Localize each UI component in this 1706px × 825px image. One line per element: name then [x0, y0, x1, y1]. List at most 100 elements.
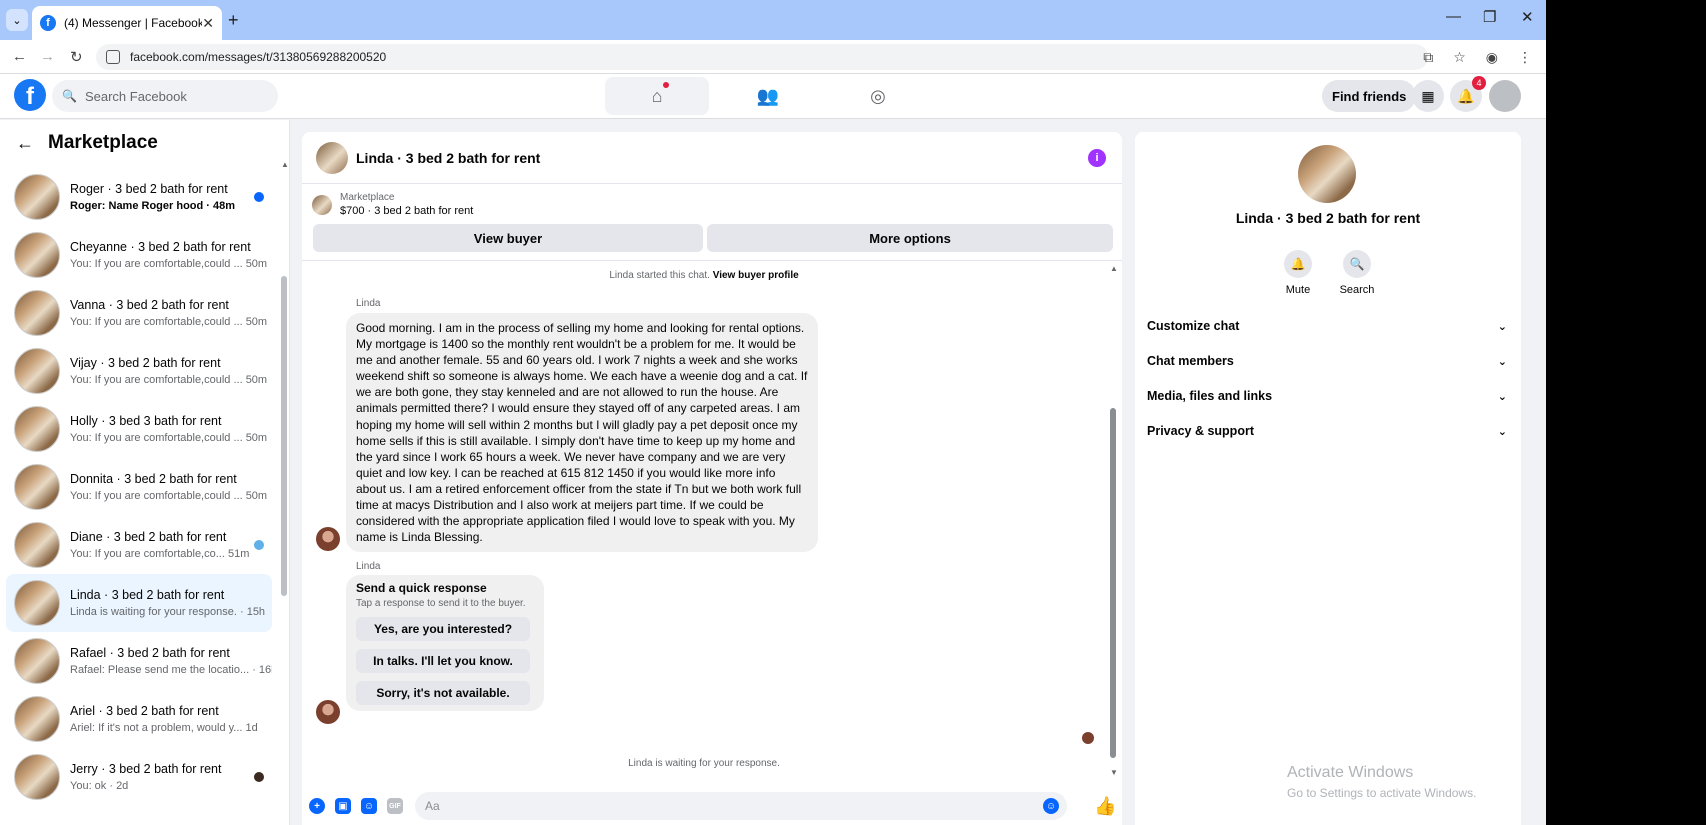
chevron-down-icon: ⌄: [1497, 425, 1507, 438]
search-icon: 🔍: [62, 89, 77, 103]
scroll-up-icon[interactable]: ▲: [281, 160, 289, 169]
menu-grid-icon[interactable]: ▦: [1412, 80, 1444, 112]
listing-title[interactable]: $700 · 3 bed 2 bath for rent: [340, 205, 473, 217]
chat-scrollbar[interactable]: [1110, 408, 1116, 758]
site-info-icon[interactable]: [106, 50, 120, 64]
search-button[interactable]: 🔍 Search: [1332, 250, 1382, 296]
thumbs-up-icon[interactable]: 👍: [1094, 796, 1116, 817]
message-input[interactable]: Aa ☺: [415, 792, 1067, 820]
find-friends-button[interactable]: Find friends: [1322, 80, 1417, 112]
address-bar[interactable]: facebook.com/messages/t/313805692882005​…: [96, 44, 1428, 70]
forward-icon[interactable]: →: [40, 48, 55, 65]
conversation-item[interactable]: Rafael · 3 bed 2 bath for rent Rafael: Pl…: [6, 632, 272, 690]
section-chat-members[interactable]: Chat members ⌄: [1147, 346, 1507, 376]
conversation-item[interactable]: Vanna · 3 bed 2 bath for rent You: If you…: [6, 284, 272, 342]
chat-details-panel: Linda · 3 bed 2 bath for rent 🔔 Mute 🔍 S…: [1135, 132, 1521, 825]
emoji-icon[interactable]: ☺: [1043, 798, 1059, 814]
search-label: Search: [1339, 284, 1375, 296]
sticker-icon[interactable]: ☺: [361, 798, 377, 814]
conversation-preview: You: If you are comfortable,could ... 50…: [70, 374, 268, 386]
section-privacy-support[interactable]: Privacy & support ⌄: [1147, 416, 1507, 446]
conversation-preview: Linda is waiting for your response. · 15…: [70, 606, 266, 618]
home-nav[interactable]: ⌂: [605, 77, 709, 115]
conversation-name: Cheyanne · 3 bed 2 bath for rent: [70, 240, 251, 254]
new-tab-icon[interactable]: +: [228, 10, 239, 31]
browser-tab-bar: ⌄ f (4) Messenger | Facebook ✕ + — ❐ ✕: [0, 0, 1546, 40]
conversation-item[interactable]: Linda · 3 bed 2 bath for rent Linda is wa…: [6, 574, 272, 632]
back-icon[interactable]: ←: [12, 48, 27, 65]
sidebar-scrollbar[interactable]: [281, 276, 287, 596]
section-customize-chat[interactable]: Customize chat ⌄: [1147, 311, 1507, 341]
conversation-preview: You: If you are comfortable,could ... 50…: [70, 432, 268, 444]
more-menu-icon[interactable]: ⋮: [1518, 49, 1532, 66]
conversation-item[interactable]: Vijay · 3 bed 2 bath for rent You: If you…: [6, 342, 272, 400]
friends-nav[interactable]: 👥: [716, 77, 820, 115]
chat-title[interactable]: Linda · 3 bed 2 bath for rent: [356, 150, 540, 166]
search-input[interactable]: 🔍 Search Facebook: [52, 80, 278, 112]
chat-avatar[interactable]: [316, 141, 348, 174]
activate-windows-watermark: Activate Windows Go to Settings to activ…: [1287, 764, 1476, 800]
chat-started-note: Linda started this chat. View buyer prof…: [302, 270, 1106, 281]
close-tab-icon[interactable]: ✕: [202, 15, 214, 32]
conversation-item[interactable]: Donnita · 3 bed 2 bath for rent You: If y…: [6, 458, 272, 516]
listing-thumb[interactable]: [312, 194, 332, 215]
conversation-item[interactable]: Roger · 3 bed 2 bath for rent Roger: Name…: [6, 168, 272, 226]
conversation-name: Donnita · 3 bed 2 bath for rent: [70, 472, 237, 486]
tab-title: (4) Messenger | Facebook: [64, 16, 203, 30]
conversation-thumb: [14, 348, 60, 394]
browser-actions: ⧉ ☆ ◉ ⋮: [1423, 49, 1532, 66]
listing-label: Marketplace: [340, 192, 395, 203]
quick-response-option[interactable]: Yes, are you interested?: [356, 617, 530, 641]
conversation-thumb: [14, 580, 60, 626]
conversation-item[interactable]: Jerry · 3 bed 2 bath for rent You: ok · 2…: [6, 748, 272, 806]
conversation-preview: Ariel: If it's not a problem, would y...…: [70, 722, 258, 734]
conversation-name: Linda · 3 bed 2 bath for rent: [70, 588, 225, 602]
account-avatar[interactable]: [1489, 80, 1521, 112]
back-arrow-icon[interactable]: ←: [16, 133, 34, 154]
section-media-files-links[interactable]: Media, files and links ⌄: [1147, 381, 1507, 411]
info-icon[interactable]: i: [1088, 149, 1106, 167]
quick-response-option[interactable]: In talks. I'll let you know.: [356, 649, 530, 673]
photo-icon[interactable]: ▣: [335, 798, 351, 814]
more-options-button[interactable]: More options: [707, 224, 1113, 252]
section-label: Media, files and links: [1147, 389, 1273, 403]
sender-avatar[interactable]: [316, 700, 340, 724]
conversation-item[interactable]: Diane · 3 bed 2 bath for rent You: If you…: [6, 516, 272, 574]
add-icon[interactable]: +: [309, 798, 325, 814]
minimize-icon[interactable]: —: [1446, 8, 1461, 25]
conversation-item[interactable]: Ariel · 3 bed 2 bath for rent Ariel: If i…: [6, 690, 272, 748]
conversation-name: Jerry · 3 bed 2 bath for rent: [70, 762, 222, 776]
restore-icon[interactable]: ❐: [1483, 8, 1496, 26]
install-app-icon[interactable]: ⧉: [1423, 49, 1433, 66]
conversation-item[interactable]: Cheyanne · 3 bed 2 bath for rent You: If …: [6, 226, 272, 284]
reload-icon[interactable]: ↻: [70, 48, 83, 66]
scroll-up-icon[interactable]: ▲: [1110, 264, 1118, 273]
sender-name: Linda: [356, 298, 381, 309]
notifications-button[interactable]: 🔔 4: [1450, 76, 1486, 112]
bookmark-star-icon[interactable]: ☆: [1453, 49, 1466, 66]
chevron-down-icon: ⌄: [1497, 320, 1507, 333]
scroll-down-icon[interactable]: ▼: [1110, 768, 1118, 777]
quick-response-subtitle: Tap a response to send it to the buyer.: [356, 598, 526, 609]
sender-avatar[interactable]: [316, 527, 340, 551]
conversation-name: Holly · 3 bed 3 bath for rent: [70, 414, 222, 428]
tab-search-button[interactable]: ⌄: [6, 9, 28, 31]
view-buyer-profile-link[interactable]: View buyer profile: [713, 270, 799, 281]
conversation-text: Cheyanne · 3 bed 2 bath for rent You: If …: [70, 240, 272, 270]
quick-response-option[interactable]: Sorry, it's not available.: [356, 681, 530, 705]
details-name: Linda · 3 bed 2 bath for rent: [1235, 210, 1421, 226]
browser-tab[interactable]: f (4) Messenger | Facebook ✕: [32, 6, 222, 40]
groups-nav[interactable]: ◎: [826, 77, 930, 115]
message-bubble[interactable]: Good morning. I am in the process of sel…: [346, 313, 818, 553]
close-window-icon[interactable]: ✕: [1521, 8, 1534, 26]
view-buyer-button[interactable]: View buyer: [313, 224, 703, 252]
notification-badge: 4: [1472, 76, 1486, 90]
listing-banner: Marketplace $700 · 3 bed 2 bath for rent: [312, 192, 473, 217]
details-avatar[interactable]: [1298, 145, 1356, 203]
seen-indicator: [1082, 732, 1094, 744]
conversation-item[interactable]: Holly · 3 bed 3 bath for rent You: If you…: [6, 400, 272, 458]
facebook-logo-icon[interactable]: f: [14, 79, 46, 111]
profile-icon[interactable]: ◉: [1486, 49, 1498, 66]
mute-button[interactable]: 🔔 Mute: [1273, 250, 1323, 296]
gif-icon[interactable]: GIF: [387, 798, 403, 814]
